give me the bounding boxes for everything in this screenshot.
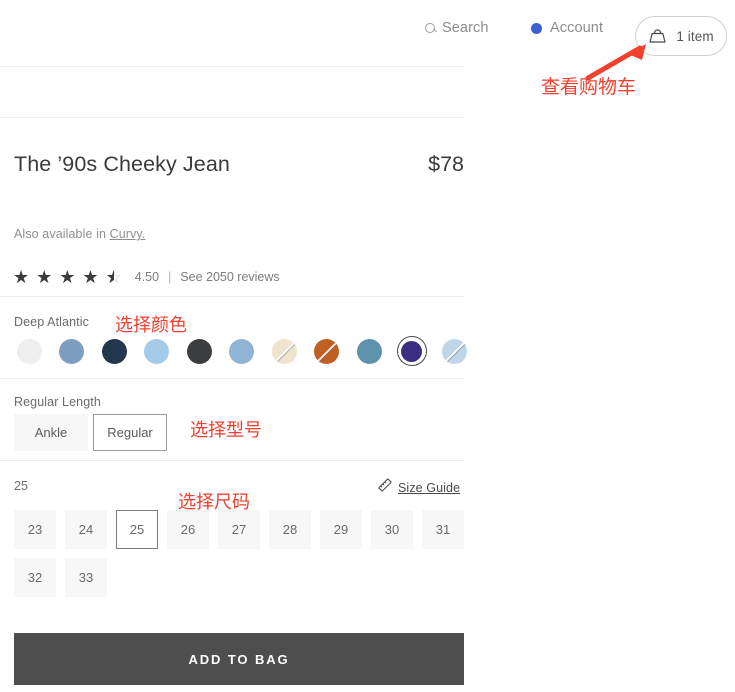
- color-swatch[interactable]: [439, 336, 469, 366]
- color-swatch-dot: [59, 338, 84, 364]
- size-option[interactable]: 30: [371, 510, 413, 549]
- cart-item-count: 1 item: [676, 28, 714, 44]
- account-dot-icon: [531, 22, 542, 34]
- color-swatch-dot: [356, 338, 382, 364]
- size-option[interactable]: 28: [269, 510, 311, 549]
- divider-color: [0, 378, 464, 379]
- color-swatch-dot: [16, 338, 42, 364]
- divider-header: [0, 117, 464, 118]
- color-swatch[interactable]: [396, 336, 427, 366]
- color-swatch[interactable]: [269, 336, 299, 366]
- annotation-color-text: 选择颜色: [115, 315, 187, 336]
- star-icon: ★: [59, 267, 76, 287]
- ruler-icon: [378, 478, 392, 497]
- length-option[interactable]: Regular: [93, 414, 167, 451]
- color-swatch[interactable]: [99, 336, 129, 366]
- star-half-icon: ☆: [106, 268, 122, 286]
- length-option[interactable]: Ankle: [14, 414, 88, 451]
- rating-row: ★ ★ ★ ★ ☆ 4.50 | See 2050 reviews: [13, 268, 280, 286]
- rating-value: 4.50: [134, 270, 160, 284]
- color-swatch[interactable]: [57, 336, 87, 366]
- top-navigation-bar: Search Account 1 item: [0, 0, 735, 60]
- size-option[interactable]: 26: [167, 510, 209, 549]
- search-label: Search: [442, 20, 489, 36]
- divider-length: [0, 460, 464, 461]
- product-header: The ’90s Cheeky Jean $78: [14, 152, 464, 177]
- size-option[interactable]: 32: [14, 558, 56, 597]
- product-detail-page: Search Account 1 item The ’90s Cheeky Je…: [0, 0, 735, 692]
- size-option[interactable]: 24: [65, 510, 107, 549]
- size-option[interactable]: 33: [65, 558, 107, 597]
- color-swatch-dot: [229, 338, 254, 364]
- cart-button[interactable]: 1 item: [635, 16, 727, 56]
- add-to-bag-button[interactable]: ADD TO BAG: [14, 633, 464, 685]
- account-label: Account: [550, 20, 604, 36]
- star-rating: ★ ★ ★ ★ ☆: [13, 268, 122, 286]
- search-icon: [425, 22, 435, 33]
- rating-separator: |: [168, 270, 172, 284]
- page-title: The ’90s Cheeky Jean: [14, 152, 230, 176]
- search-button[interactable]: Search: [425, 20, 489, 36]
- color-swatch[interactable]: [312, 336, 342, 366]
- color-swatch[interactable]: [184, 336, 214, 366]
- shopping-bag-icon: [648, 29, 667, 43]
- size-guide-button[interactable]: Size Guide: [378, 478, 460, 497]
- star-icon: ★: [13, 267, 30, 287]
- selected-color-name: Deep Atlantic: [14, 315, 89, 329]
- color-swatch-dot: [314, 338, 339, 364]
- divider-top: [0, 66, 464, 67]
- color-swatch-dot: [144, 338, 169, 364]
- size-guide-label: Size Guide: [398, 480, 461, 495]
- curvy-link[interactable]: Curvy.: [110, 227, 146, 241]
- color-swatch-dot: [271, 338, 297, 364]
- color-swatch[interactable]: [142, 336, 172, 366]
- size-option[interactable]: 29: [320, 510, 362, 549]
- size-option[interactable]: 23: [14, 510, 56, 549]
- also-available-prefix: Also available in: [14, 227, 110, 241]
- color-swatch[interactable]: [227, 336, 257, 366]
- annotation-length-text: 选择型号: [190, 420, 262, 441]
- see-reviews-link[interactable]: See 2050 reviews: [180, 270, 279, 284]
- size-option[interactable]: 27: [218, 510, 260, 549]
- star-icon: ★: [82, 267, 99, 287]
- selected-length-label: Regular Length: [14, 395, 101, 409]
- color-swatch-dot: [401, 340, 422, 362]
- color-swatch-dot: [101, 338, 127, 364]
- color-swatch-list: [14, 336, 469, 366]
- length-option-list: Ankle Regular: [14, 414, 167, 451]
- color-swatch[interactable]: [354, 336, 384, 366]
- divider-rating: [0, 296, 464, 297]
- selected-size-label: 25: [14, 479, 28, 493]
- annotation-cart-text: 查看购物车: [541, 76, 637, 98]
- color-swatch-dot: [186, 338, 212, 364]
- star-icon: ★: [36, 267, 53, 287]
- size-option[interactable]: 25: [116, 510, 158, 549]
- product-price: $78: [428, 152, 464, 176]
- color-swatch[interactable]: [14, 336, 44, 366]
- size-option[interactable]: 31: [422, 510, 464, 549]
- size-option-grid: 23 24 25 26 27 28 29 30 31 32 33: [14, 510, 464, 597]
- also-available-note: Also available in Curvy.: [14, 227, 145, 241]
- account-button[interactable]: Account: [531, 20, 603, 36]
- color-swatch-dot: [441, 338, 467, 364]
